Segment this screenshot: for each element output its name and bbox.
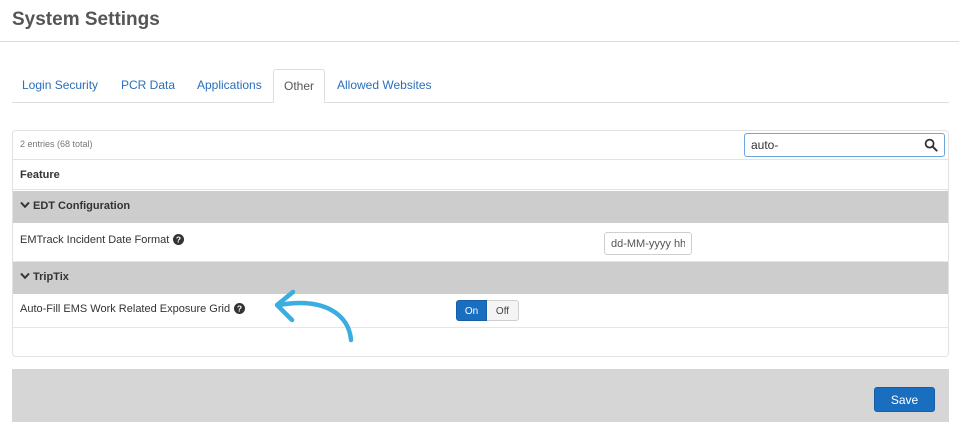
chevron-down-icon	[20, 201, 30, 209]
search-input[interactable]	[745, 134, 915, 156]
group-title: EDT Configuration	[33, 200, 131, 212]
group-label: TripTix	[20, 271, 69, 283]
title-divider	[0, 41, 959, 42]
exposure-grid-toggle: On Off	[456, 300, 519, 321]
incident-date-format-input[interactable]	[604, 232, 692, 255]
svg-text:?: ?	[237, 303, 242, 313]
setting-label-text: EMTrack Incident Date Format	[20, 234, 170, 246]
table-row: Auto-Fill EMS Work Related Exposure Grid…	[13, 294, 948, 328]
save-button[interactable]: Save	[874, 387, 935, 412]
tab-applications[interactable]: Applications	[187, 69, 272, 101]
search-icon[interactable]	[924, 138, 938, 152]
svg-text:?: ?	[176, 234, 181, 244]
tab-other[interactable]: Other	[273, 69, 326, 103]
settings-tabs: Login Security PCR Data Applications Oth…	[12, 69, 949, 103]
toggle-on-button[interactable]: On	[456, 300, 487, 321]
tab-pcr-data[interactable]: PCR Data	[111, 69, 185, 101]
settings-table-panel: 2 entries (68 total) Feature EDT Configu…	[12, 130, 949, 357]
search-box	[744, 133, 945, 157]
table-row: EMTrack Incident Date Format ?	[13, 223, 948, 262]
tab-login-security[interactable]: Login Security	[12, 69, 108, 101]
column-header-feature: Feature	[20, 169, 60, 181]
table-header-row: Feature	[13, 159, 948, 190]
entries-count: 2 entries (68 total)	[20, 139, 93, 149]
chevron-down-icon	[20, 272, 30, 280]
setting-label-text: Auto-Fill EMS Work Related Exposure Grid	[20, 303, 231, 315]
question-circle-icon[interactable]: ?	[173, 233, 185, 245]
group-row-triptix[interactable]: TripTix	[13, 262, 948, 294]
group-title: TripTix	[33, 271, 69, 283]
setting-label: Auto-Fill EMS Work Related Exposure Grid…	[20, 302, 246, 315]
page-title: System Settings	[12, 9, 160, 30]
tab-allowed-websites[interactable]: Allowed Websites	[327, 69, 442, 101]
group-row-edt-configuration[interactable]: EDT Configuration	[13, 191, 948, 223]
toggle-off-button[interactable]: Off	[487, 300, 519, 321]
setting-label: EMTrack Incident Date Format ?	[20, 233, 185, 246]
footer-bar	[12, 369, 949, 422]
question-circle-icon[interactable]: ?	[234, 302, 246, 314]
group-label: EDT Configuration	[20, 200, 130, 212]
curved-arrow-icon	[274, 289, 354, 343]
